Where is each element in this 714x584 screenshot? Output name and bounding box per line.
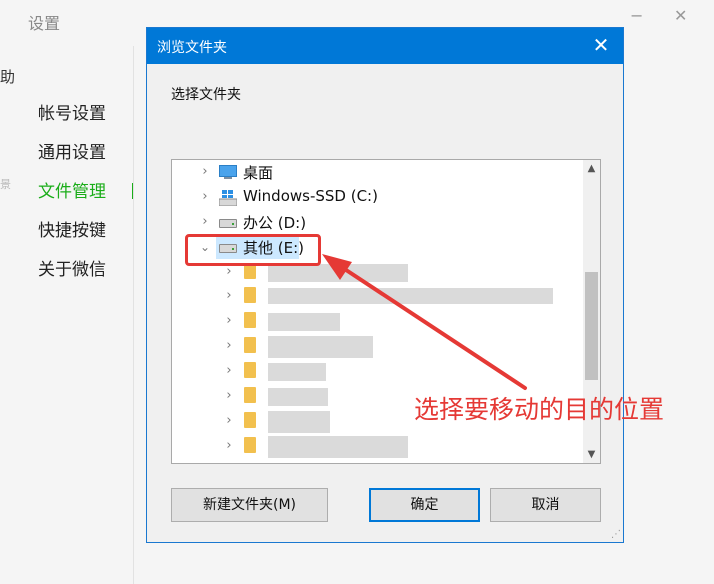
redacted-folder-name <box>268 288 553 304</box>
chevron-right-icon[interactable]: › <box>222 409 236 433</box>
tree-item-label: Windows-SSD (C:) <box>243 187 378 205</box>
scroll-down-icon[interactable]: ▼ <box>583 446 600 463</box>
folder-icon <box>244 362 256 378</box>
sidebar-item-file-management[interactable]: 文件管理 <box>38 178 106 217</box>
folder-icon <box>244 312 256 328</box>
redacted-folder-name <box>268 336 373 358</box>
tree-item-label: 桌面 <box>243 164 274 182</box>
chevron-right-icon[interactable]: › <box>198 160 212 184</box>
dialog-titlebar[interactable]: 浏览文件夹 ✕ <box>147 28 623 64</box>
tree-item-drive-d[interactable]: › 办公 (D:) <box>172 210 582 234</box>
sidebar-item-account[interactable]: 帐号设置 <box>38 100 106 139</box>
chevron-right-icon[interactable]: › <box>222 359 236 383</box>
tree-item-subfolder[interactable]: › <box>172 309 582 333</box>
tree-item-drive-c[interactable]: › Windows-SSD (C:) <box>172 185 582 209</box>
tree-item-label: 办公 (D:) <box>243 214 307 232</box>
scroll-up-icon[interactable]: ▲ <box>583 160 600 177</box>
tree-item-subfolder[interactable]: › <box>172 334 582 358</box>
chevron-right-icon[interactable]: › <box>198 185 212 209</box>
chevron-right-icon[interactable]: › <box>222 384 236 408</box>
redacted-folder-name <box>268 436 408 458</box>
tree-item-desktop[interactable]: › 桌面 <box>172 160 582 184</box>
obscured-text-2: 景 <box>0 178 11 191</box>
dialog-title: 浏览文件夹 <box>157 40 227 56</box>
obscured-text: 助 <box>0 68 16 86</box>
cancel-button[interactable]: 取消 <box>490 488 601 522</box>
folder-icon <box>244 337 256 353</box>
settings-sidebar: 帐号设置 通用设置 文件管理 快捷按键 关于微信 <box>38 100 106 295</box>
scrollbar-thumb[interactable] <box>585 272 598 380</box>
ok-button[interactable]: 确定 <box>369 488 480 522</box>
redacted-folder-name <box>268 411 330 433</box>
desktop-icon <box>219 165 237 179</box>
resize-grip-icon[interactable]: ⋰ <box>611 529 621 540</box>
sidebar-item-shortcuts[interactable]: 快捷按键 <box>38 217 106 256</box>
windows-drive-icon <box>218 190 238 210</box>
redacted-folder-name <box>268 363 326 381</box>
browse-folder-dialog: 浏览文件夹 ✕ 选择文件夹 › 桌面 › Windows-SSD (C:) › … <box>146 27 624 543</box>
chevron-right-icon[interactable]: › <box>222 434 236 458</box>
sidebar-divider <box>133 46 134 584</box>
tree-item-subfolder[interactable]: › <box>172 434 582 458</box>
chevron-right-icon[interactable]: › <box>222 284 236 308</box>
folder-icon <box>244 437 256 453</box>
dialog-close-button[interactable]: ✕ <box>579 28 623 64</box>
chevron-right-icon[interactable]: › <box>198 210 212 234</box>
redacted-folder-name <box>268 388 328 406</box>
chevron-right-icon[interactable]: › <box>222 309 236 333</box>
settings-window-title: 设置 <box>28 14 61 33</box>
folder-icon <box>244 263 256 279</box>
folder-icon <box>244 412 256 428</box>
chevron-right-icon[interactable]: › <box>222 334 236 358</box>
tree-item-subfolder[interactable]: › <box>172 284 582 308</box>
annotation-text: 选择要移动的目的位置 <box>414 395 665 424</box>
tree-item-subfolder[interactable]: › <box>172 359 582 383</box>
redacted-folder-name <box>268 313 340 331</box>
sidebar-item-general[interactable]: 通用设置 <box>38 139 106 178</box>
drive-icon <box>219 215 237 228</box>
redacted-folder-name <box>268 264 408 282</box>
sidebar-item-about[interactable]: 关于微信 <box>38 256 106 295</box>
new-folder-button[interactable]: 新建文件夹(M) <box>171 488 328 522</box>
annotation-highlight-box <box>185 234 321 266</box>
folder-icon <box>244 287 256 303</box>
dialog-instruction: 选择文件夹 <box>171 87 241 103</box>
close-window-button[interactable]: ✕ <box>674 4 687 28</box>
folder-icon <box>244 387 256 403</box>
minimize-button[interactable]: − <box>630 4 643 28</box>
